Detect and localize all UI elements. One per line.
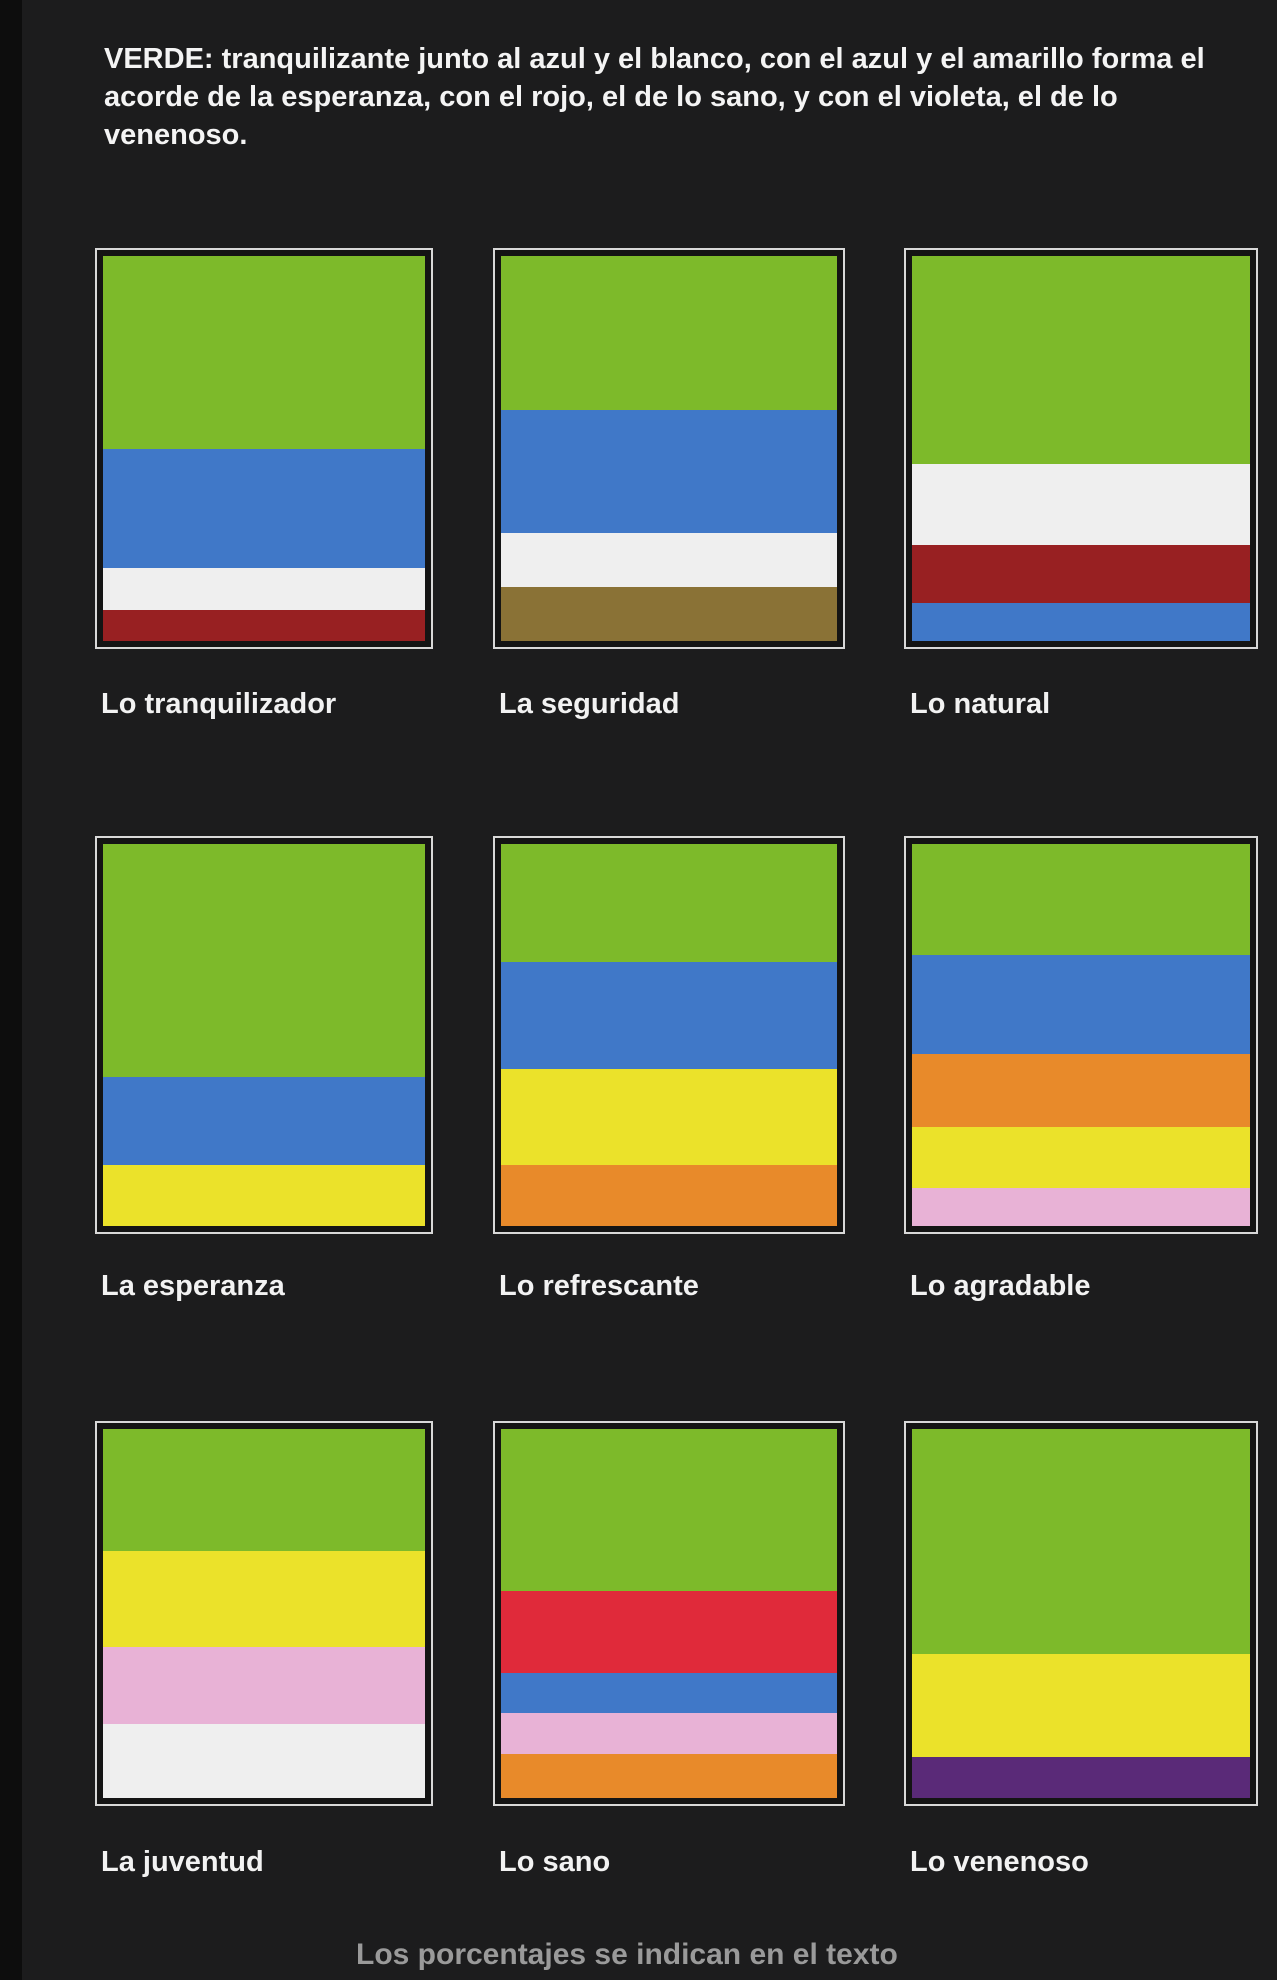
stripe-green — [103, 256, 425, 449]
stripe-white — [103, 567, 425, 611]
swatch-card: Lo agradable — [904, 836, 1258, 1320]
color-stripes — [501, 256, 837, 642]
stripe-orange — [912, 1054, 1250, 1127]
stripe-yellow — [501, 1069, 837, 1165]
stripe-yellow — [912, 1654, 1250, 1758]
stripe-yellow — [912, 1126, 1250, 1188]
stripe-green — [103, 844, 425, 1078]
swatch-card: Lo natural — [904, 248, 1258, 738]
stripe-blue — [912, 954, 1250, 1055]
swatch-label: La seguridad — [499, 688, 680, 720]
stripe-pink — [103, 1646, 425, 1725]
stripe-green — [912, 256, 1250, 464]
swatch-label: La juventud — [101, 1846, 264, 1878]
swatch-label: Lo natural — [910, 688, 1051, 720]
stripe-orange — [501, 1164, 837, 1226]
stripe-white — [912, 463, 1250, 545]
swatch-card: La esperanza — [95, 836, 433, 1320]
swatch-label: La esperanza — [101, 1270, 285, 1302]
stripe-blue — [501, 1672, 837, 1714]
color-stripes — [912, 844, 1250, 1226]
swatch-card: Lo refrescante — [493, 836, 845, 1320]
stripe-red — [501, 1591, 837, 1673]
swatch-frame — [493, 836, 845, 1234]
stripe-yellow — [103, 1164, 425, 1226]
stripe-violet — [912, 1757, 1250, 1798]
stripe-white — [103, 1724, 425, 1798]
color-stripes — [912, 256, 1250, 641]
intro-text: VERDE: tranquilizante junto al azul y el… — [104, 43, 1205, 151]
stripe-blue — [501, 410, 837, 534]
swatch-frame — [493, 1421, 845, 1806]
color-stripes — [103, 844, 425, 1226]
stripe-blue — [103, 1077, 425, 1165]
swatch-frame — [493, 248, 845, 649]
stripe-white — [501, 533, 837, 588]
swatch-label: Lo sano — [499, 1846, 611, 1878]
swatch-frame — [95, 248, 433, 649]
swatch-card: Lo sano — [493, 1421, 845, 1896]
swatch-frame — [904, 836, 1258, 1234]
color-stripes — [103, 256, 425, 641]
swatch-frame — [904, 1421, 1258, 1806]
swatch-card: Lo venenoso — [904, 1421, 1258, 1896]
swatch-label: Lo agradable — [910, 1270, 1091, 1302]
stripe-blue — [501, 962, 837, 1070]
stripe-green — [501, 1429, 837, 1592]
swatch-frame — [95, 836, 433, 1234]
swatch-frame — [904, 248, 1258, 649]
stripe-pink — [912, 1187, 1250, 1226]
color-stripes — [501, 844, 837, 1226]
stripe-green — [103, 1429, 425, 1551]
footer-note: Los porcentajes se indican en el texto — [356, 1938, 898, 1971]
stripe-orange — [501, 1753, 837, 1799]
stripe-yellow — [103, 1550, 425, 1647]
swatch-label: Lo venenoso — [910, 1846, 1089, 1878]
stripe-blue — [103, 448, 425, 568]
stripe-dark-red — [103, 610, 425, 641]
color-stripes — [912, 1429, 1250, 1798]
stripe-brown — [501, 587, 837, 642]
page-edge-shadow — [0, 0, 22, 1980]
swatch-frame — [95, 1421, 433, 1806]
swatch-card: La juventud — [95, 1421, 433, 1896]
swatch-label: Lo tranquilizador — [101, 688, 337, 720]
stripe-green — [912, 844, 1250, 955]
color-stripes — [103, 1429, 425, 1798]
swatch-card: Lo tranquilizador — [95, 248, 433, 738]
swatch-card: La seguridad — [493, 248, 845, 738]
stripe-green — [501, 844, 837, 963]
color-stripes — [501, 1429, 837, 1799]
stripe-green — [912, 1429, 1250, 1655]
stripe-blue — [912, 602, 1250, 641]
swatch-label: Lo refrescante — [499, 1270, 699, 1302]
stripe-dark-red — [912, 544, 1250, 603]
stripe-green — [501, 256, 837, 410]
stripe-pink — [501, 1713, 837, 1754]
